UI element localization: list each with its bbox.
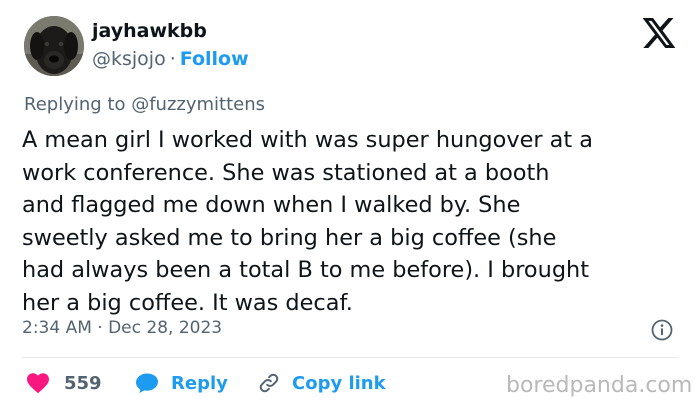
tweet-text-line: had always been a total B to me before).…: [22, 257, 590, 283]
info-icon[interactable]: [651, 319, 673, 341]
copy-link-label: Copy link: [292, 372, 386, 394]
tweet-text-line: her a big coffee. It was decaf.: [22, 289, 353, 316]
dog-avatar-icon: [24, 16, 84, 76]
link-icon: [259, 373, 279, 393]
divider: [22, 357, 678, 358]
x-logo-icon[interactable]: [642, 18, 676, 48]
separator-dot: ·: [169, 48, 176, 70]
reply-label: Reply: [171, 372, 228, 394]
reply-button[interactable]: Reply: [135, 370, 228, 396]
heart-icon: [27, 373, 49, 394]
timestamp[interactable]: 2:34 AM · Dec 28, 2023: [22, 318, 222, 338]
user-handle[interactable]: @ksjojo: [92, 48, 166, 70]
like-button[interactable]: 559: [26, 370, 102, 396]
tweet-text-line: and flagged me down when I walked by. Sh…: [22, 192, 521, 218]
handle-line: @ksjojo · Follow: [92, 48, 249, 70]
tweet-text: A mean girl I worked with was super hung…: [22, 124, 682, 319]
tweet-text-line: A mean girl I worked with was super hung…: [22, 127, 594, 153]
watermark: boredpanda.com: [506, 373, 693, 398]
reply-context-prefix: Replying to: [24, 94, 126, 115]
tweet-text-line: sweetly asked me to bring her a big coff…: [22, 224, 557, 251]
like-count: 559: [64, 372, 102, 394]
display-name[interactable]: jayhawkbb: [92, 20, 207, 42]
avatar[interactable]: [24, 16, 84, 76]
reply-mention-link[interactable]: @fuzzymittens: [131, 94, 265, 115]
tweet-text-line: work conference. She was stationed at a …: [22, 159, 550, 186]
speech-bubble-icon: [136, 373, 158, 393]
copy-link-button[interactable]: Copy link: [258, 370, 386, 396]
follow-button[interactable]: Follow: [180, 48, 249, 70]
reply-context: Replying to @fuzzymittens: [24, 94, 265, 115]
